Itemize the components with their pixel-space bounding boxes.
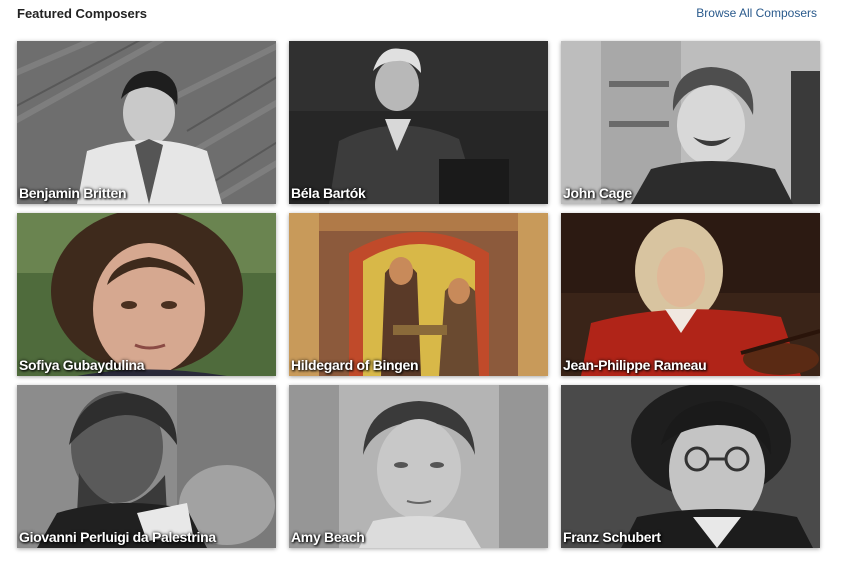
- browse-all-composers-link[interactable]: Browse All Composers: [696, 6, 817, 20]
- composer-name: Giovanni Perluigi da Palestrina: [19, 529, 216, 545]
- composer-name: John Cage: [563, 185, 632, 201]
- composer-name: Sofiya Gubaydulina: [19, 357, 145, 373]
- composer-card-britten[interactable]: Benjamin Britten: [17, 41, 276, 204]
- composer-name: Amy Beach: [291, 529, 365, 545]
- composer-photo: [561, 213, 820, 376]
- composer-photo: [289, 385, 548, 548]
- composer-name: Jean-Philippe Rameau: [563, 357, 707, 373]
- composer-photo: [561, 41, 820, 204]
- composer-card-rameau[interactable]: Jean-Philippe Rameau: [561, 213, 820, 376]
- composer-grid: Benjamin Britten Béla Bartók John Cage S…: [17, 41, 820, 548]
- composer-photo: [17, 385, 276, 548]
- composer-photo: [17, 41, 276, 204]
- composer-card-bartok[interactable]: Béla Bartók: [289, 41, 548, 204]
- composer-card-palestrina[interactable]: Giovanni Perluigi da Palestrina: [17, 385, 276, 548]
- composer-photo: [289, 213, 548, 376]
- composer-card-hildegard[interactable]: Hildegard of Bingen: [289, 213, 548, 376]
- composer-card-beach[interactable]: Amy Beach: [289, 385, 548, 548]
- composer-photo: [17, 213, 276, 376]
- composer-card-cage[interactable]: John Cage: [561, 41, 820, 204]
- composer-name: Hildegard of Bingen: [291, 357, 419, 373]
- section-title: Featured Composers: [17, 6, 148, 21]
- composer-name: Benjamin Britten: [19, 185, 127, 201]
- composer-name: Franz Schubert: [563, 529, 661, 545]
- composer-name: Béla Bartók: [291, 185, 366, 201]
- composer-photo: [289, 41, 548, 204]
- composer-card-schubert[interactable]: Franz Schubert: [561, 385, 820, 548]
- composer-card-gubaydulina[interactable]: Sofiya Gubaydulina: [17, 213, 276, 376]
- composer-photo: [561, 385, 820, 548]
